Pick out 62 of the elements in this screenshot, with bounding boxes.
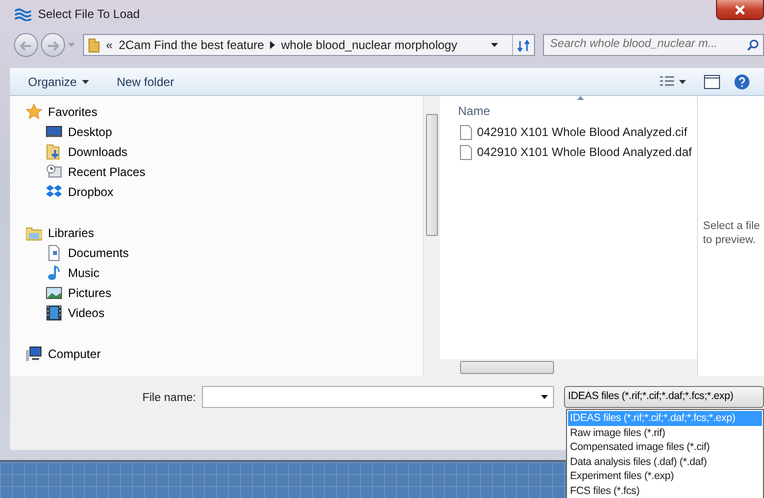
navigation-item[interactable]: Music xyxy=(44,263,102,283)
help-icon[interactable] xyxy=(734,74,750,90)
address-bar[interactable]: « 2Cam Find the best feature whole blood_nuclear morphology xyxy=(83,34,535,56)
downloads-folder-icon xyxy=(46,144,62,160)
breadcrumb-item[interactable]: whole blood_nuclear morphology xyxy=(281,36,458,54)
navigation-item[interactable]: Pictures xyxy=(44,283,114,303)
file-name-field[interactable] xyxy=(202,386,554,408)
file-icon xyxy=(460,144,472,160)
preview-pane-icon[interactable] xyxy=(704,74,720,88)
breadcrumb-overflow[interactable]: « xyxy=(106,36,113,54)
file-name[interactable]: 042910 X101 Whole Blood Analyzed.cif xyxy=(477,123,688,141)
field-label: File name: xyxy=(141,391,197,406)
dropdown-option[interactable]: Raw image files (*.rif) xyxy=(568,426,762,440)
caret-icon xyxy=(679,80,686,84)
sort-arrow-icon xyxy=(577,96,584,100)
preview-message: Select a file to preview. xyxy=(703,219,761,247)
forward-button[interactable] xyxy=(41,33,65,57)
dropdown-option[interactable]: Data analysis files (.daf) (*.daf) xyxy=(568,454,762,469)
music-note-icon xyxy=(46,265,62,281)
navigation-group[interactable]: Favorites xyxy=(24,102,100,122)
dropdown-option[interactable]: FCS files (*.fcs) xyxy=(568,484,762,498)
organize-menu-button[interactable]: Organize xyxy=(24,70,93,92)
breadcrumb-item[interactable]: 2Cam Find the best feature xyxy=(118,36,264,54)
dropbox-icon xyxy=(46,184,62,200)
navigation-item[interactable]: Dropbox xyxy=(44,182,116,202)
file-icon xyxy=(460,124,472,140)
caret-icon[interactable] xyxy=(541,395,548,399)
navigation-group[interactable]: Computer xyxy=(24,344,103,364)
scrollbar[interactable] xyxy=(423,96,440,376)
recent-places-icon xyxy=(46,164,62,180)
search-field[interactable]: Search whole blood_nuclear m... xyxy=(543,34,764,56)
close-button[interactable] xyxy=(716,0,764,20)
close-icon[interactable] xyxy=(734,4,746,14)
picture-icon xyxy=(46,285,62,301)
navigation-item[interactable]: Documents xyxy=(44,243,131,263)
navigation-item[interactable]: Desktop xyxy=(44,122,114,142)
caret-icon[interactable] xyxy=(491,43,498,47)
list-view-icon xyxy=(660,76,674,88)
desktop-icon xyxy=(46,124,62,140)
search-icon xyxy=(747,39,759,51)
navigation-item[interactable]: Videos xyxy=(44,303,106,323)
toolbar-button[interactable]: New folder xyxy=(112,70,178,92)
window-title: Select File To Load xyxy=(38,6,140,23)
library-folder-icon xyxy=(26,225,42,241)
back-button[interactable] xyxy=(14,33,38,57)
dropdown-option[interactable]: Experiment files (*.exp) xyxy=(568,469,762,484)
caret-icon xyxy=(82,80,89,84)
file-type-dropdown[interactable]: IDEAS files (*.rif;*.cif;*.daf;*.fcs;*.exp) xyxy=(564,386,764,408)
navigation-item[interactable]: Downloads xyxy=(44,142,130,162)
star-icon xyxy=(26,104,42,120)
chevron-icon xyxy=(270,41,276,49)
folder-icon xyxy=(88,37,100,53)
document-icon xyxy=(46,245,62,261)
navigation-group[interactable]: Libraries xyxy=(24,223,96,243)
dropdown-option[interactable]: Compensated image files (*.cif) xyxy=(568,440,762,454)
refresh-icon[interactable] xyxy=(516,40,530,52)
navigation-item[interactable]: Recent Places xyxy=(44,162,148,182)
film-strip-icon xyxy=(46,305,62,321)
file-name[interactable]: 042910 X101 Whole Blood Analyzed.daf xyxy=(477,143,692,161)
column-header[interactable]: Name xyxy=(440,96,697,122)
app-logo-icon xyxy=(14,7,32,21)
computer-icon xyxy=(26,346,42,362)
